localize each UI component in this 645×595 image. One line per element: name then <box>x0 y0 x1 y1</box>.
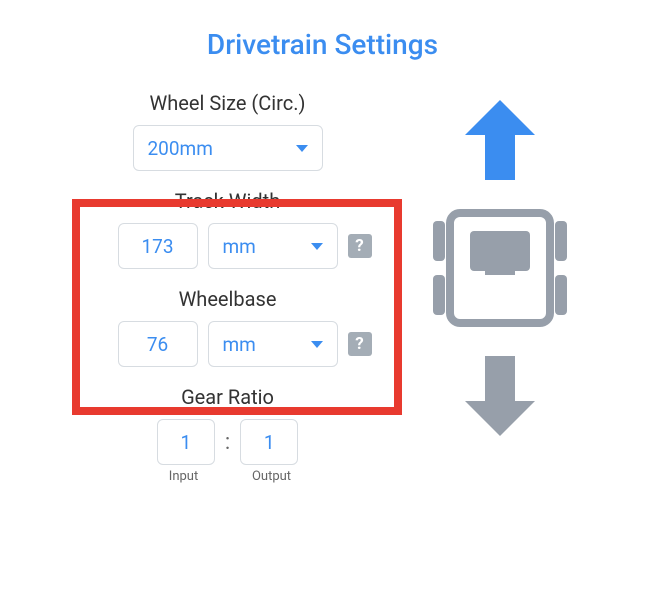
track-width-help-icon[interactable]: ? <box>348 234 372 258</box>
track-width-unit-dropdown[interactable]: mm <box>208 223 338 269</box>
arrow-down-icon <box>460 351 540 441</box>
track-width-input[interactable]: 173 <box>118 223 198 269</box>
track-width-label: Track Width <box>175 189 280 213</box>
ratio-colon: : <box>223 430 232 455</box>
wheelbase-unit-value: mm <box>223 333 256 356</box>
gear-ratio-label: Gear Ratio <box>181 385 274 409</box>
gear-ratio-sublabels: Input Output <box>155 469 301 484</box>
gear-ratio-input-label: Input <box>155 469 213 484</box>
wheelbase-label: Wheelbase <box>179 287 277 311</box>
content-area: Wheel Size (Circ.) 200mm Track Width 173… <box>0 85 645 496</box>
page-title: Drivetrain Settings <box>0 0 645 85</box>
gear-ratio-output-label: Output <box>243 469 301 484</box>
track-width-row: 173 mm ? <box>118 223 338 269</box>
wheelbase-section: Wheelbase 76 mm ? <box>50 281 405 379</box>
chevron-down-icon <box>311 341 323 348</box>
wheelbase-row: 76 mm ? <box>118 321 338 367</box>
gear-ratio-section: Gear Ratio 1 : 1 Input Output <box>50 379 405 496</box>
diagram-column <box>405 85 595 496</box>
wheel-size-section: Wheel Size (Circ.) 200mm <box>50 85 405 183</box>
robot-diagram-icon <box>425 203 575 333</box>
wheelbase-input[interactable]: 76 <box>118 321 198 367</box>
wheel-size-value: 200mm <box>148 137 213 160</box>
track-width-unit-value: mm <box>223 235 256 258</box>
wheelbase-unit-dropdown[interactable]: mm <box>208 321 338 367</box>
gear-ratio-output-field[interactable]: 1 <box>240 419 298 465</box>
wheelbase-help-icon[interactable]: ? <box>348 332 372 356</box>
wheel-size-dropdown[interactable]: 200mm <box>133 125 323 171</box>
chevron-down-icon <box>296 145 308 152</box>
chevron-down-icon <box>311 243 323 250</box>
wheel-size-label: Wheel Size (Circ.) <box>150 91 306 115</box>
track-width-section: Track Width 173 mm ? <box>50 183 405 281</box>
gear-ratio-row: 1 : 1 <box>157 419 298 465</box>
gear-ratio-input-field[interactable]: 1 <box>157 419 215 465</box>
settings-column: Wheel Size (Circ.) 200mm Track Width 173… <box>50 85 405 496</box>
arrow-up-icon <box>460 95 540 185</box>
